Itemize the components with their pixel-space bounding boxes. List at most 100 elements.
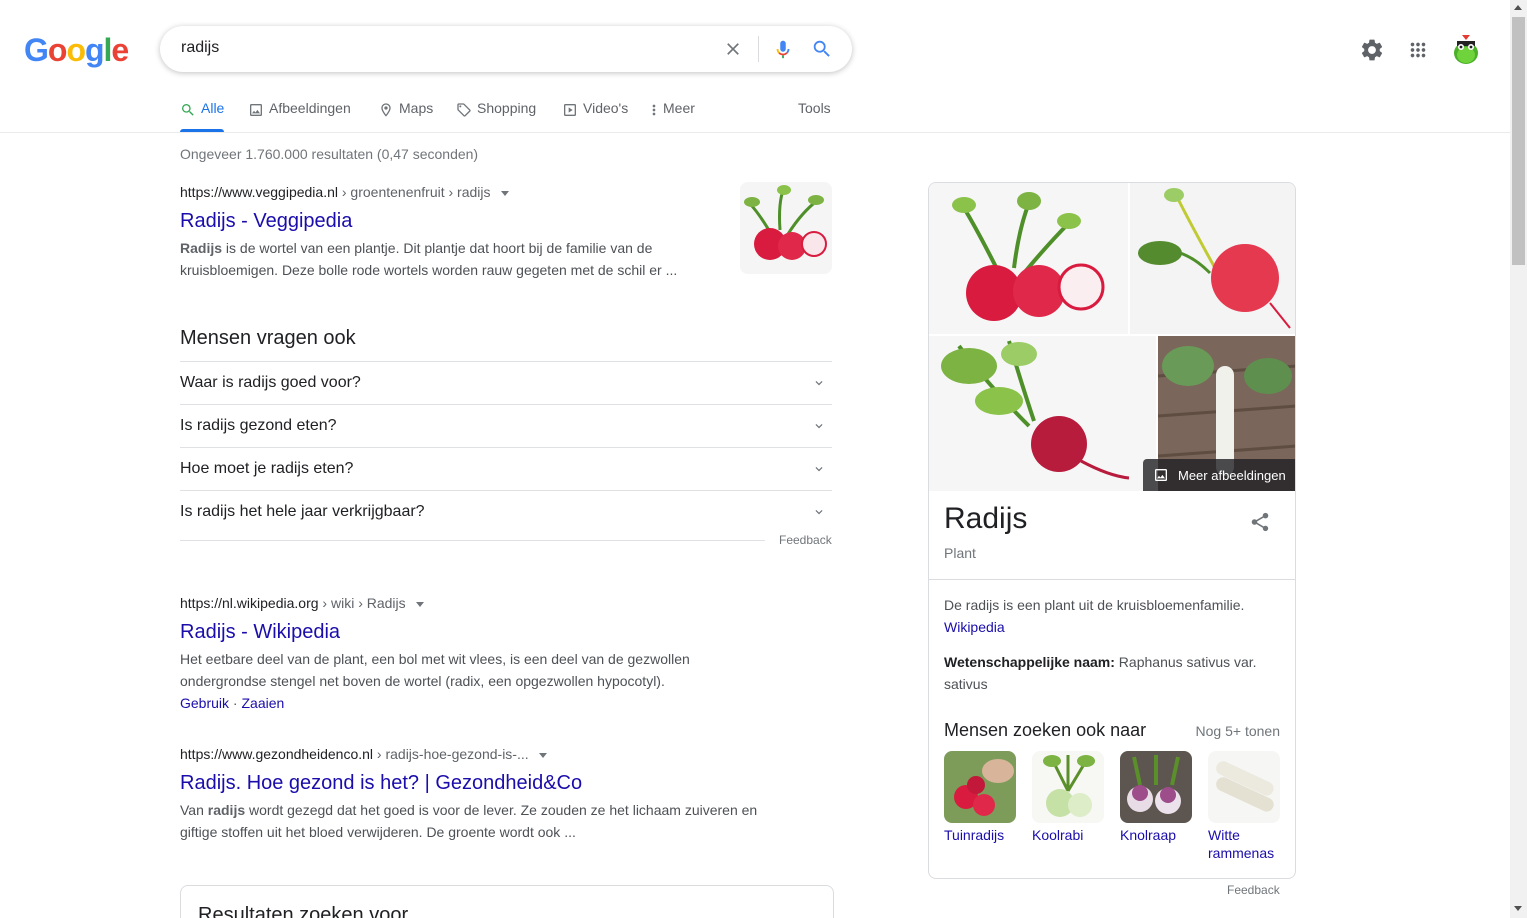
search-submit-icon[interactable] xyxy=(811,38,833,60)
caret-down-icon[interactable] xyxy=(415,601,424,607)
result-title-link[interactable]: Radijs - Veggipedia xyxy=(180,208,720,234)
sitelink[interactable]: Zaaien xyxy=(241,695,284,711)
apps-grid-icon[interactable] xyxy=(1407,39,1429,61)
scroll-up-arrow-icon[interactable] xyxy=(1514,5,1522,10)
daikon-image xyxy=(1208,751,1280,823)
paa-question[interactable]: Hoe moet je radijs eten? xyxy=(180,447,832,490)
settings-gear-icon[interactable] xyxy=(1359,37,1385,63)
paa-question[interactable]: Is radijs gezond eten? xyxy=(180,404,832,447)
result-snippet: Van radijs wordt gezegd dat het goed is … xyxy=(180,799,770,843)
related-label: Knolraap xyxy=(1120,827,1177,843)
chevron-down-icon xyxy=(815,510,823,515)
clear-icon[interactable] xyxy=(723,39,743,59)
radish-image xyxy=(944,751,1016,823)
kp-feedback-link[interactable]: Feedback xyxy=(1227,883,1280,897)
tab-meer[interactable]: Meer xyxy=(648,100,695,132)
logo-letter: G xyxy=(24,32,49,68)
tab-label: Video's xyxy=(583,100,629,116)
paa-question[interactable]: Is radijs het hele jaar verkrijgbaar? xyxy=(180,490,832,533)
logo-letter: o xyxy=(66,32,86,68)
result-breadcrumb: › radijs-hoe-gezond-is-... xyxy=(373,746,529,762)
kp-related-card[interactable]: Witte rammenas xyxy=(1208,751,1282,862)
result-url[interactable]: https://www.veggipedia.nl › groentenenfr… xyxy=(180,182,720,202)
logo-letter: o xyxy=(47,32,68,68)
kp-description-text: De radijs is een plant uit de kruisbloem… xyxy=(944,597,1245,613)
kp-related-card[interactable]: Knolraap xyxy=(1120,751,1194,844)
more-images-button[interactable]: Meer afbeeldingen xyxy=(1143,459,1295,491)
kp-divider xyxy=(929,579,1295,580)
result-snippet: Het eetbare deel van de plant, een bol m… xyxy=(180,651,690,689)
people-also-ask: Mensen vragen ook Waar is radijs goed vo… xyxy=(180,324,832,533)
account-avatar[interactable] xyxy=(1450,33,1482,65)
tab-label: Afbeeldingen xyxy=(269,100,351,116)
snippet-text: wordt gezegd dat het goed is voor de lev… xyxy=(180,802,758,840)
tab-videos[interactable]: Video's xyxy=(562,100,628,132)
related-thumbnail xyxy=(1120,751,1192,823)
play-icon xyxy=(564,104,576,116)
tab-alle[interactable]: Alle xyxy=(180,100,225,132)
result-breadcrumb: › wiki › Radijs xyxy=(318,595,406,611)
tab-maps[interactable]: Maps xyxy=(378,100,433,132)
sitelink-separator: · xyxy=(229,695,242,711)
tab-label: Alle xyxy=(201,100,225,116)
kp-source-link[interactable]: Wikipedia xyxy=(944,619,1005,635)
result-thumbnail[interactable] xyxy=(740,182,832,274)
logo-letter: e xyxy=(111,32,129,68)
search-box[interactable]: radijs xyxy=(160,26,852,72)
result-url[interactable]: https://www.gezondheidenco.nl › radijs-h… xyxy=(180,744,780,764)
snippet-bold: radijs xyxy=(207,802,246,818)
image-icon xyxy=(250,104,262,116)
paa-question-text: Is radijs gezond eten? xyxy=(180,417,337,434)
snippet-text: Van xyxy=(180,802,208,818)
tag-icon xyxy=(457,103,471,117)
sitelinks: Gebruik · Zaaien xyxy=(180,692,780,714)
kp-related-card[interactable]: Koolrabi xyxy=(1032,751,1106,844)
result-snippet: Radijs is de wortel van een plantje. Dit… xyxy=(180,237,720,281)
related-label: Tuinradijs xyxy=(944,827,1005,843)
paa-feedback-link[interactable]: Feedback xyxy=(779,533,832,547)
search-icon xyxy=(182,104,194,116)
avatar-image xyxy=(1454,35,1478,64)
search-result: https://www.gezondheidenco.nl › radijs-h… xyxy=(180,744,780,843)
caret-down-icon[interactable] xyxy=(500,190,509,196)
scroll-thumb[interactable] xyxy=(1512,17,1525,265)
microphone-icon[interactable] xyxy=(772,37,794,61)
kp-show-more-link[interactable]: Nog 5+ tonen xyxy=(1196,723,1280,739)
related-thumbnail xyxy=(944,751,1016,823)
radish-image xyxy=(952,192,1105,321)
chevron-down-icon xyxy=(815,381,823,386)
paa-divider xyxy=(180,540,765,541)
kp-related-card[interactable]: Tuinradijs xyxy=(944,751,1018,844)
result-title-link[interactable]: Radijs. Hoe gezond is het? | Gezondheid&… xyxy=(180,770,780,796)
related-label: Koolrabi xyxy=(1032,827,1084,843)
paa-question-text: Waar is radijs goed voor? xyxy=(180,374,361,391)
radish-image xyxy=(941,340,1130,480)
caret-down-icon[interactable] xyxy=(538,752,547,758)
kp-title: Radijs xyxy=(944,502,1028,535)
paa-question[interactable]: Waar is radijs goed voor? xyxy=(180,361,832,404)
paa-question-text: Is radijs het hele jaar verkrijgbaar? xyxy=(180,503,425,520)
sitelink[interactable]: Gebruik xyxy=(180,695,229,711)
share-icon[interactable] xyxy=(1249,511,1271,533)
kp-image[interactable] xyxy=(929,336,1156,491)
tab-afbeeldingen[interactable]: Afbeeldingen xyxy=(248,100,351,132)
tools-button[interactable]: Tools xyxy=(798,100,831,132)
result-domain: https://nl.wikipedia.org xyxy=(180,595,319,611)
search-result: https://nl.wikipedia.org › wiki › Radijs… xyxy=(180,593,780,714)
map-pin-icon xyxy=(381,103,391,117)
search-divider xyxy=(758,36,759,62)
page-scrollbar[interactable] xyxy=(1510,0,1527,918)
tools-label: Tools xyxy=(798,100,831,116)
result-title-link[interactable]: Radijs - Wikipedia xyxy=(180,619,780,645)
kp-image[interactable] xyxy=(929,183,1128,334)
results-for-box: Resultaten zoeken voor xyxy=(180,885,834,918)
search-input[interactable]: radijs xyxy=(181,39,219,57)
kp-image[interactable] xyxy=(1130,183,1295,334)
result-url[interactable]: https://nl.wikipedia.org › wiki › Radijs xyxy=(180,593,780,613)
kp-description: De radijs is een plant uit de kruisbloem… xyxy=(944,594,1284,638)
tab-shopping[interactable]: Shopping xyxy=(456,100,536,132)
kp-subtitle: Plant xyxy=(944,545,976,561)
turnip-image xyxy=(1120,751,1192,823)
google-logo[interactable]: Google xyxy=(24,32,129,68)
scroll-down-arrow-icon[interactable] xyxy=(1514,906,1522,911)
